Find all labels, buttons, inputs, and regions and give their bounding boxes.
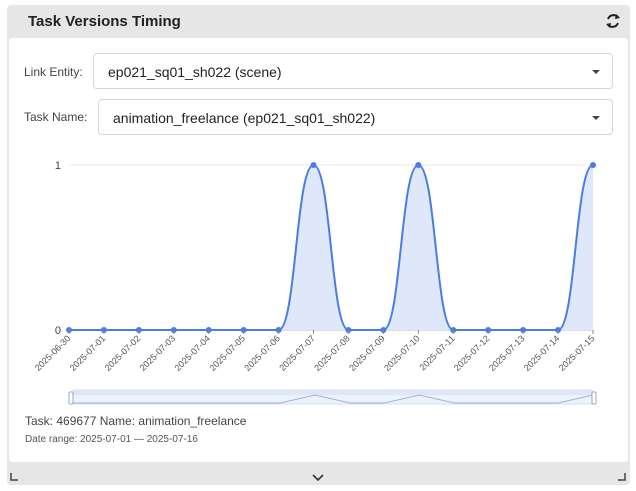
y-tick-label: 1 bbox=[55, 160, 61, 172]
x-tick-label: 2025-07-06 bbox=[242, 333, 282, 373]
x-tick-label: 2025-07-05 bbox=[207, 333, 247, 373]
chevron-down-icon[interactable] bbox=[312, 474, 324, 482]
x-tick-label: 2025-07-01 bbox=[68, 333, 108, 373]
panel-header: Task Versions Timing bbox=[7, 5, 630, 36]
x-tick-label: 2025-07-12 bbox=[452, 333, 492, 373]
x-tick-label: 2025-07-11 bbox=[418, 333, 457, 372]
panel-body: Link Entity: ep021_sq01_sh022 (scene) Ta… bbox=[9, 38, 628, 462]
zoom-handle-left[interactable] bbox=[68, 391, 74, 405]
task-versions-timing-panel: Task Versions Timing Link Entity: ep021_… bbox=[7, 5, 630, 485]
x-tick-label: 2025-07-09 bbox=[347, 333, 387, 373]
y-tick-label: 0 bbox=[55, 325, 61, 337]
date-range-text: Date range: 2025-07-01 — 2025-07-16 bbox=[25, 434, 198, 445]
zoom-handle-right[interactable] bbox=[591, 391, 597, 405]
x-tick-label: 2025-07-02 bbox=[103, 333, 143, 373]
task-info-text: Task: 469677 Name: animation_freelance bbox=[25, 414, 247, 428]
x-tick-label: 2025-06-30 bbox=[33, 333, 73, 373]
data-point bbox=[590, 162, 596, 168]
x-tick-label: 2025-07-13 bbox=[487, 333, 527, 373]
versions-timing-chart: 012025-06-302025-07-012025-07-022025-07-… bbox=[33, 160, 597, 405]
x-tick-label: 2025-07-03 bbox=[138, 333, 178, 373]
x-tick-label: 2025-07-07 bbox=[277, 333, 317, 373]
x-tick-label: 2025-07-04 bbox=[173, 333, 213, 373]
x-tick-label: 2025-07-08 bbox=[312, 333, 352, 373]
x-tick-label: 2025-07-15 bbox=[557, 333, 597, 373]
data-point bbox=[415, 162, 422, 168]
zoom-slider-top bbox=[72, 390, 593, 395]
resize-corner-icon[interactable] bbox=[617, 472, 627, 482]
x-tick-label: 2025-07-10 bbox=[382, 333, 422, 373]
refresh-icon[interactable] bbox=[604, 11, 622, 31]
x-tick-label: 2025-07-14 bbox=[522, 333, 562, 373]
panel-title: Task Versions Timing bbox=[28, 13, 181, 30]
resize-corner-icon[interactable] bbox=[10, 472, 20, 482]
data-point bbox=[310, 162, 317, 168]
